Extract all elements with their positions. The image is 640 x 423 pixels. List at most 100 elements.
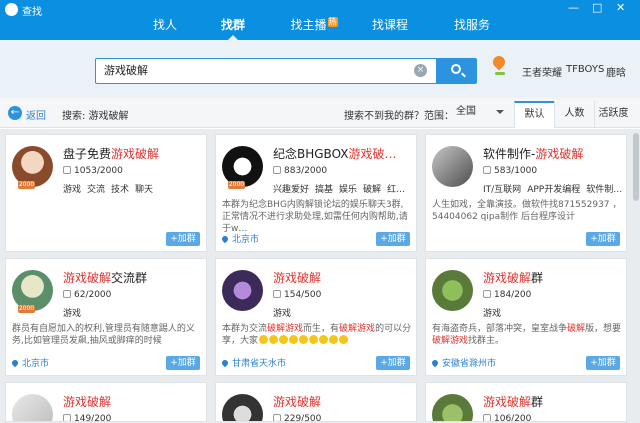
back-arrow-icon[interactable]: ← [8,106,22,120]
hot-keyword[interactable]: 王者荣耀 [522,64,562,79]
close-button[interactable]: ✕ [616,2,625,14]
group-tags: 游戏 [273,306,415,318]
group-location: 北京市 [222,232,259,245]
group-name-prefix: 纪念BHGBOX [273,147,349,161]
group-card[interactable]: 2000 纪念BHGBOX游戏破… 883/2000 兴趣爱好 搞基 娱乐 破解 红… 本群为纪… [215,134,417,252]
tab-find-service[interactable]: 找服务 [444,14,500,40]
member-count-value: 583/1000 [494,166,538,176]
group-name-highlight: 游戏破解 [483,271,532,285]
back-link[interactable]: 返回 [26,107,46,122]
level-badge: 2000 [228,181,245,189]
description-text: 破解游戏 [339,324,376,334]
tab-find-course[interactable]: 找课程 [362,14,418,40]
group-name[interactable]: 游戏破解 [273,393,413,409]
group-name[interactable]: 软件制作-游戏破解 [483,145,623,161]
chevron-down-icon [496,110,504,118]
group-tag: APP开发编程 [527,185,581,194]
hot-badge: 热 [327,17,338,27]
sort-tab-activity[interactable]: 活跃度 [594,101,632,128]
tab-find-group[interactable]: 找群 [208,14,258,40]
description-text: 破解 [567,324,586,334]
group-tags: 游戏 [63,306,205,318]
scrollbar-thumb[interactable] [633,133,639,201]
description-text: 找群主。 [468,336,505,346]
group-name-highlight: 游戏破解 [63,271,112,285]
group-card[interactable]: 游戏破解 149/200 [5,382,207,422]
location-pin-icon[interactable] [491,56,507,78]
sort-tab-default[interactable]: 默认 [514,101,554,128]
group-tags: IT/互联网 APP开发编程 软件制… [483,182,625,194]
group-name-prefix: 软件制作- [483,147,536,161]
not-found-link[interactable]: 搜索不到我的群？ [344,107,424,122]
group-name-highlight: 游戏破解 [535,147,584,161]
scrollbar[interactable] [632,129,640,423]
level-badge: 2000 [18,305,35,313]
description-text: 版，想要 [585,324,622,334]
join-group-button[interactable]: +加群 [586,232,620,246]
group-name-suffix: 交流群 [111,271,148,285]
group-tag: 游戏 [63,185,82,194]
range-value: 全国 [456,106,476,117]
level-badge: 2000 [18,181,35,189]
group-avatar[interactable] [432,394,473,421]
join-group-button[interactable]: +加群 [166,356,200,370]
group-tag: 技术 [111,185,130,194]
group-name[interactable]: 游戏破解群 [483,393,623,409]
sort-tab-members[interactable]: 人数 [554,101,594,128]
range-select[interactable]: 全国 [450,103,506,121]
group-tag: 游戏 [63,309,82,318]
join-group-button[interactable]: +加群 [376,232,410,246]
group-name-highlight: 游戏破解 [111,147,160,161]
clear-icon[interactable]: × [414,64,427,77]
group-tag: IT/互联网 [483,185,522,194]
group-name[interactable]: 纪念BHGBOX游戏破… [273,145,413,161]
tab-find-people[interactable]: 找人 [140,14,190,40]
group-tag: 兴趣爱好 [273,185,310,194]
emoji-icon [259,335,269,344]
group-avatar[interactable] [222,394,263,421]
member-count-value: 106/200 [494,414,532,422]
member-count-value: 1053/2000 [74,166,123,176]
group-tag: 游戏 [483,309,502,318]
maximize-button[interactable]: □ [592,2,602,14]
group-name-suffix: 群 [531,271,544,285]
member-count: 149/200 [63,414,111,421]
group-avatar[interactable] [432,146,473,187]
group-avatar[interactable] [432,270,473,311]
group-card[interactable]: 游戏破解群 106/200 [425,382,627,422]
group-card[interactable]: 2000 盘子免费游戏破解 1053/2000 游戏 交流 技术 聊天 +加群 [5,134,207,252]
group-card[interactable]: 游戏破解 154/500 游戏 本群为交流破解游戏而生，有破解游戏的可以分享，大家 甘肃… [215,258,417,376]
user-icon [63,166,71,174]
emoji-icon [279,335,289,344]
group-name[interactable]: 盘子免费游戏破解 [63,145,203,161]
tab-label: 找主播 [290,18,327,32]
hot-keyword[interactable]: TFBOYS [566,64,604,75]
hot-keyword[interactable]: 鹿晗 [606,64,626,79]
group-card[interactable]: 2000 游戏破解交流群 62/2000 游戏 群员有自愿加入的权利,管理员有随意踢人的… [5,258,207,376]
group-name[interactable]: 游戏破解 [273,269,413,285]
group-name[interactable]: 游戏破解群 [483,269,623,285]
group-card[interactable]: 软件制作-游戏破解 583/1000 IT/互联网 APP开发编程 软件制… 人生如戏，全… [425,134,627,252]
member-count: 229/500 [273,414,322,422]
member-count-value: 229/500 [284,414,322,422]
minimize-button[interactable]: — [568,2,579,14]
window-title: 查找 [22,7,42,18]
join-group-button[interactable]: +加群 [586,356,620,370]
join-group-button[interactable]: +加群 [166,232,200,246]
group-name-highlight: 游戏破解 [63,395,112,409]
tab-find-streamer[interactable]: 找主播热 [283,14,345,40]
join-group-button[interactable]: +加群 [376,356,410,370]
search-button[interactable] [437,58,477,84]
group-card[interactable]: 游戏破解 229/500 [215,382,417,422]
member-count-value: 184/200 [494,290,532,300]
group-avatar[interactable] [222,270,263,311]
group-avatar[interactable] [12,394,53,421]
description-text: 群员有自愿加入的权利,管理员有随意踢人的义务,比如管理员发飙,抽风或脚痒的时候 [12,324,195,346]
description-text: 本群为交流 [222,324,268,334]
description-text: 破解游戏 [267,324,304,334]
search-input[interactable]: 游戏破解 [95,58,437,84]
group-name[interactable]: 游戏破解交流群 [63,269,203,285]
group-name[interactable]: 游戏破解 [63,393,203,409]
group-card[interactable]: 游戏破解群 184/200 游戏 有海盗奇兵，部落冲突，皇室战争破解版，想要破解游戏找… [425,258,627,376]
emoji-icon [329,335,339,344]
